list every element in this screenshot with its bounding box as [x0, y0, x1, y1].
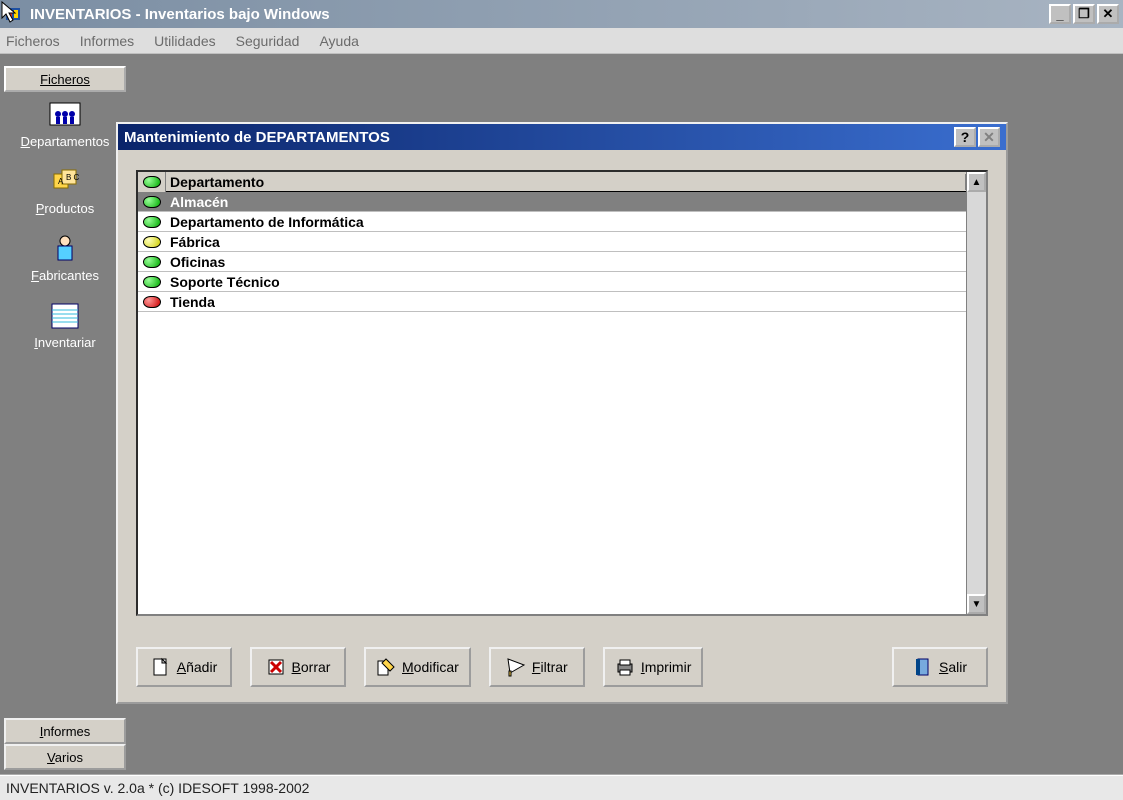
- row-label: Fábrica: [166, 234, 220, 250]
- row-label: Soporte Técnico: [166, 274, 280, 290]
- dialog-title: Mantenimiento de DEPARTAMENTOS: [124, 129, 390, 146]
- status-led-icon: [138, 196, 166, 208]
- status-led-icon: [138, 236, 166, 248]
- row-label: Tienda: [166, 294, 215, 310]
- sidebar-item-productos[interactable]: AB C Productos: [4, 167, 126, 216]
- dialog-buttons: Añadir Borrar Modificar Filtrar Imprimir: [136, 646, 988, 688]
- salir-button[interactable]: Salir: [892, 647, 988, 687]
- menubar: Ficheros Informes Utilidades Seguridad A…: [0, 28, 1123, 54]
- modificar-button[interactable]: Modificar: [364, 647, 471, 687]
- svg-text:B C: B C: [66, 173, 80, 182]
- header-label: Departamento: [166, 174, 966, 190]
- list-row[interactable]: Oficinas: [138, 252, 966, 272]
- window-title: INVENTARIOS - Inventarios bajo Windows: [30, 6, 330, 23]
- menu-utilidades[interactable]: Utilidades: [154, 33, 215, 49]
- status-led-icon: [138, 216, 166, 228]
- new-icon: [151, 657, 171, 677]
- dialog-departamentos: Mantenimiento de DEPARTAMENTOS ? ✕ Depar…: [116, 122, 1008, 704]
- row-label: Oficinas: [166, 254, 225, 270]
- svg-text:A: A: [58, 177, 64, 186]
- fabricantes-icon: [47, 234, 83, 264]
- tab-varios[interactable]: Varios: [4, 744, 126, 770]
- filter-icon: [506, 657, 526, 677]
- tab-informes[interactable]: Informes: [4, 718, 126, 744]
- app-body: Ficheros Departamentos AB C Productos Fa…: [0, 54, 1123, 774]
- list-row[interactable]: Departamento de Informática: [138, 212, 966, 232]
- edit-icon: [376, 657, 396, 677]
- scroll-up-button[interactable]: ▲: [967, 172, 986, 192]
- list-row[interactable]: Almacén: [138, 192, 966, 212]
- anadir-button[interactable]: Añadir: [136, 647, 232, 687]
- list-row[interactable]: Tienda: [138, 292, 966, 312]
- maximize-button[interactable]: ❐: [1073, 4, 1095, 24]
- tab-ficheros-label: Ficheros: [40, 72, 90, 87]
- exit-icon: [913, 657, 933, 677]
- sidebar-item-inventariar[interactable]: Inventariar: [4, 301, 126, 350]
- dialog-titlebar: Mantenimiento de DEPARTAMENTOS ? ✕: [118, 124, 1006, 150]
- statusbar: INVENTARIOS v. 2.0a * (c) IDESOFT 1998-2…: [0, 774, 1123, 800]
- close-button[interactable]: ✕: [1097, 4, 1119, 24]
- status-led-icon: [138, 256, 166, 268]
- row-label: Departamento de Informática: [166, 214, 364, 230]
- filtrar-button[interactable]: Filtrar: [489, 647, 585, 687]
- status-led-icon: [138, 276, 166, 288]
- list-row[interactable]: Soporte Técnico: [138, 272, 966, 292]
- sidebar-item-departamentos[interactable]: Departamentos: [4, 100, 126, 149]
- menu-seguridad[interactable]: Seguridad: [236, 33, 300, 49]
- tab-varios-label: arios: [55, 750, 83, 765]
- list-header[interactable]: Departamento: [138, 172, 966, 192]
- left-tabs: Ficheros Departamentos AB C Productos Fa…: [4, 66, 126, 376]
- status-text: INVENTARIOS v. 2.0a * (c) IDESOFT 1998-2…: [6, 780, 309, 796]
- departamentos-icon: [47, 100, 83, 130]
- list-row[interactable]: Fábrica: [138, 232, 966, 252]
- bottom-tabs: Informes Varios: [4, 718, 126, 770]
- row-label: Almacén: [166, 194, 228, 210]
- status-led-icon: [138, 296, 166, 308]
- window-titlebar: INVENTARIOS - Inventarios bajo Windows _…: [0, 0, 1123, 28]
- tab-ficheros-content: Departamentos AB C Productos Fabricantes…: [4, 92, 126, 376]
- menu-ficheros[interactable]: Ficheros: [6, 33, 60, 49]
- imprimir-button[interactable]: Imprimir: [603, 647, 704, 687]
- header-status-icon: [138, 172, 166, 192]
- department-list: Departamento Almacén Departamento de Info…: [136, 170, 988, 616]
- tab-ficheros[interactable]: Ficheros: [4, 66, 126, 92]
- sidebar-item-fabricantes[interactable]: Fabricantes: [4, 234, 126, 283]
- inventariar-icon: [47, 301, 83, 331]
- menu-informes[interactable]: Informes: [80, 33, 134, 49]
- productos-icon: AB C: [47, 167, 83, 197]
- tab-informes-label: nformes: [43, 724, 90, 739]
- minimize-button[interactable]: _: [1049, 4, 1071, 24]
- dialog-help-button[interactable]: ?: [954, 127, 976, 147]
- borrar-button[interactable]: Borrar: [250, 647, 346, 687]
- vertical-scrollbar[interactable]: ▲ ▼: [966, 172, 986, 614]
- cursor-icon: [0, 0, 20, 24]
- menu-ayuda[interactable]: Ayuda: [319, 33, 358, 49]
- delete-icon: [266, 657, 286, 677]
- scroll-down-button[interactable]: ▼: [967, 594, 986, 614]
- dialog-close-button[interactable]: ✕: [978, 127, 1000, 147]
- print-icon: [615, 657, 635, 677]
